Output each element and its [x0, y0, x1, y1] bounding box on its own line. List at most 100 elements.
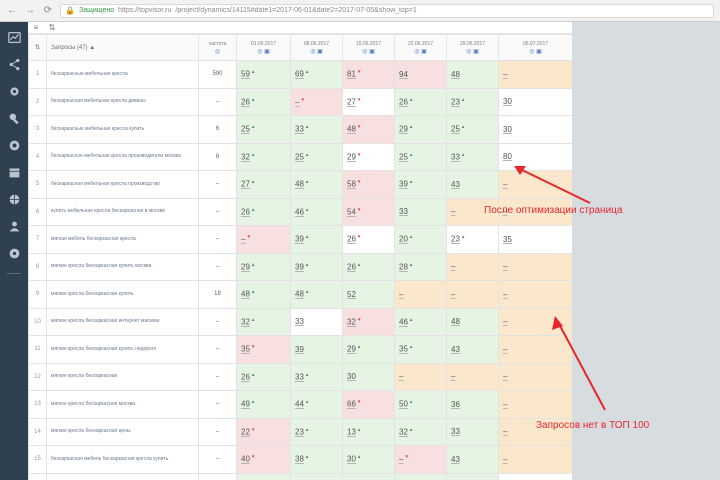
row-checkbox[interactable]: 16 [28, 472, 47, 480]
keyword-cell[interactable]: бескаркасная мебельная кресла диваны [46, 87, 199, 116]
keyword-cell[interactable]: мягкие кресла бескаркасная купить [46, 280, 199, 309]
position-cell[interactable]: 39▲ [290, 225, 343, 254]
position-cell[interactable]: 29▼ [342, 142, 395, 171]
position-cell[interactable]: 48▼ [342, 115, 395, 144]
position-cell[interactable]: – [498, 335, 572, 364]
keyword-cell[interactable]: купить мебельная кресла бескаркасная в м… [46, 197, 199, 226]
position-cell[interactable]: 23▲ [446, 87, 499, 116]
position-cell[interactable]: 27▲ [236, 170, 291, 199]
date-header[interactable]: 15.06.2017 ◎ ▣ [342, 34, 395, 61]
position-cell[interactable]: – [498, 445, 572, 474]
row-checkbox[interactable]: 2 [28, 87, 47, 116]
keyword-cell[interactable]: мягкие кресла бескаркасная цены [46, 417, 199, 446]
position-cell[interactable]: 20 [498, 472, 572, 480]
row-checkbox[interactable]: 1 [28, 60, 47, 89]
position-cell[interactable]: 43 [446, 335, 499, 364]
keyword-cell[interactable]: мягкие кресла бескаркасная [46, 362, 199, 391]
row-checkbox[interactable]: 3 [28, 115, 47, 144]
position-cell[interactable]: 39▲ [394, 170, 447, 199]
position-cell[interactable]: 80 [498, 142, 572, 171]
chart-icon[interactable] [7, 30, 21, 44]
position-cell[interactable]: 94 [394, 60, 447, 89]
position-cell[interactable]: 24▲ [290, 472, 343, 480]
position-cell[interactable]: 32▲ [394, 417, 447, 446]
users-icon[interactable] [7, 219, 21, 233]
position-cell[interactable]: 40▼ [236, 445, 291, 474]
date-header[interactable]: 22.06.2017 ◎ ▣ [394, 34, 447, 61]
position-cell[interactable]: – [394, 362, 447, 391]
row-checkbox[interactable]: 10 [28, 307, 47, 336]
position-cell[interactable]: 48 [446, 60, 499, 89]
date-header[interactable]: 05.07.2017 ◎ ▣ [498, 34, 572, 61]
sort-toggle-icon[interactable]: ⇅ [44, 23, 60, 32]
sort-header[interactable]: ⇅ [28, 34, 47, 61]
position-cell[interactable]: – [498, 307, 572, 336]
date-header[interactable]: 01.06.2017 ◎ ▣ [236, 34, 291, 61]
row-checkbox[interactable]: 8 [28, 252, 47, 281]
wrench-icon[interactable] [7, 111, 21, 125]
keyword-cell[interactable]: мягкие кресла бескаркасная купить недоро… [46, 335, 199, 364]
date-header[interactable]: 29.06.2017 ◎ ▣ [446, 34, 499, 61]
position-cell[interactable]: –▼ [394, 445, 447, 474]
position-cell[interactable]: 30 [342, 362, 395, 391]
position-cell[interactable]: 39 [290, 335, 343, 364]
position-cell[interactable]: 33▲ [446, 142, 499, 171]
position-cell[interactable]: 54▼ [342, 197, 395, 226]
cog-icon[interactable] [7, 246, 21, 260]
position-cell[interactable]: 26▲ [394, 87, 447, 116]
row-checkbox[interactable]: 9 [28, 280, 47, 309]
keyword-header[interactable]: Запросы (47) ▲ [46, 34, 199, 61]
row-checkbox[interactable]: 13 [28, 390, 47, 419]
position-cell[interactable]: 30▲ [342, 445, 395, 474]
keyword-cell[interactable]: бескаркасное мебельная кресла производит… [46, 142, 199, 171]
calendar-icon[interactable] [7, 165, 21, 179]
row-checkbox[interactable]: 15 [28, 445, 47, 474]
position-cell[interactable]: 29▲ [342, 335, 395, 364]
menu-icon[interactable]: ≡ [28, 23, 44, 32]
position-cell[interactable]: 25▲ [394, 142, 447, 171]
position-cell[interactable]: – [498, 60, 572, 89]
position-cell[interactable]: 22▼ [236, 417, 291, 446]
position-cell[interactable]: – [498, 170, 572, 199]
position-cell[interactable]: – [498, 362, 572, 391]
position-cell[interactable]: 25▲ [236, 115, 291, 144]
position-cell[interactable]: 52 [342, 280, 395, 309]
position-cell[interactable]: – [498, 390, 572, 419]
position-cell[interactable]: 81▼ [342, 60, 395, 89]
address-bar[interactable]: 🔒 Защищено https://topvisor.ru/project/d… [60, 3, 714, 18]
position-cell[interactable]: 32▲ [236, 142, 291, 171]
date-header[interactable]: 08.06.2017 ◎ ▣ [290, 34, 343, 61]
row-checkbox[interactable]: 14 [28, 417, 47, 446]
position-cell[interactable]: 48 [446, 307, 499, 336]
position-cell[interactable]: 46▲ [394, 307, 447, 336]
back-icon[interactable]: ← [6, 5, 18, 17]
keyword-cell[interactable]: мягкие кресла бескаркасная интернет мага… [46, 307, 199, 336]
position-cell[interactable]: 38▲ [290, 445, 343, 474]
position-cell[interactable]: 46▲ [290, 197, 343, 226]
position-cell[interactable]: 43 [446, 170, 499, 199]
position-cell[interactable]: 48▲ [290, 170, 343, 199]
position-cell[interactable]: 28▲ [394, 252, 447, 281]
position-cell[interactable]: 50▲ [394, 390, 447, 419]
position-cell[interactable]: 32▲ [236, 307, 291, 336]
position-cell[interactable]: 26▲ [236, 197, 291, 226]
position-cell[interactable]: 29▲ [394, 115, 447, 144]
row-checkbox[interactable]: 6 [28, 197, 47, 226]
position-cell[interactable]: 23▲ [446, 225, 499, 254]
position-cell[interactable]: 44▲ [290, 390, 343, 419]
forward-icon[interactable]: → [24, 5, 36, 17]
position-cell[interactable]: – [446, 280, 499, 309]
row-checkbox[interactable]: 12 [28, 362, 47, 391]
position-cell[interactable]: 33 [290, 307, 343, 336]
position-cell[interactable]: 35▲ [394, 335, 447, 364]
position-cell[interactable]: 27▼ [342, 87, 395, 116]
position-cell[interactable]: 25▲ [446, 115, 499, 144]
row-checkbox[interactable]: 4 [28, 142, 47, 171]
position-cell[interactable]: 36 [446, 390, 499, 419]
position-cell[interactable]: 33▲ [290, 362, 343, 391]
position-cell[interactable]: 48▲ [236, 280, 291, 309]
position-cell[interactable]: 33 [394, 197, 447, 226]
position-cell[interactable]: 29▲ [342, 472, 395, 480]
keyword-cell[interactable]: мягкое кресло бескаркасное москва [46, 390, 199, 419]
position-cell[interactable]: 58▼ [342, 170, 395, 199]
